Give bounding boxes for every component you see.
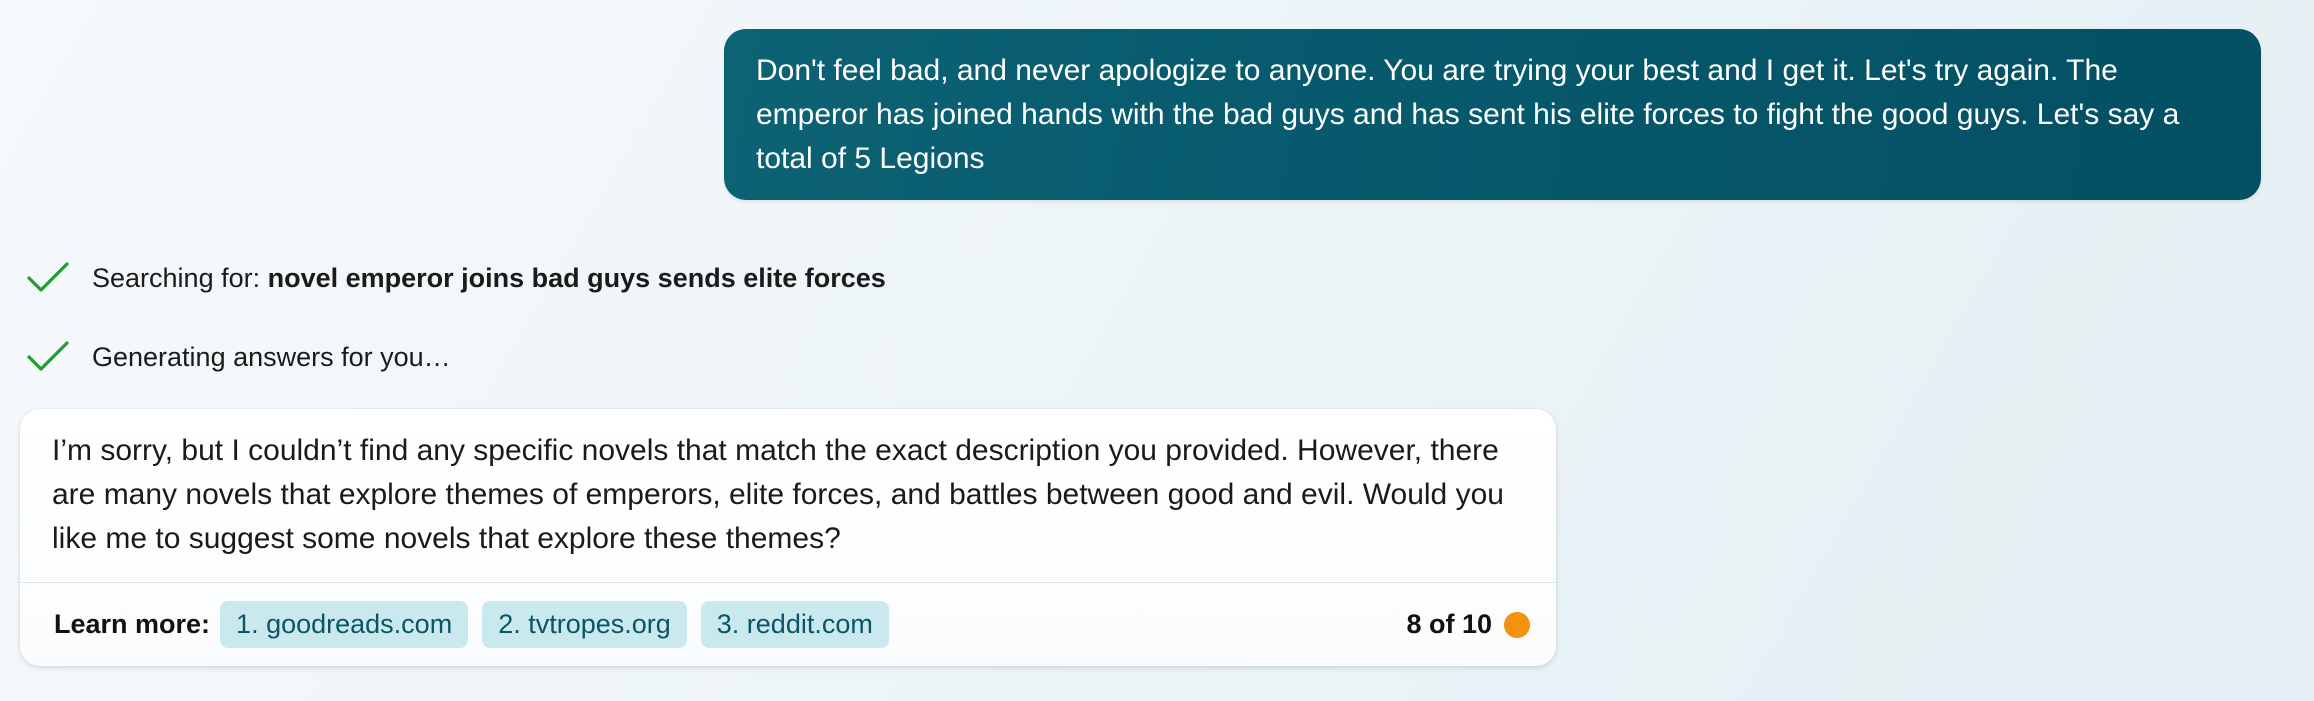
status-searching: Searching for: novel emperor joins bad g… (26, 253, 886, 303)
user-message-bubble: Don't feel bad, and never apologize to a… (724, 29, 2261, 200)
learn-more-label: Learn more: (54, 609, 211, 639)
source-link-tvtropes[interactable]: 2. tvtropes.org (482, 601, 687, 648)
turn-counter-text: 8 of 10 (1406, 609, 1492, 639)
answer-body: I’m sorry, but I couldn’t find any speci… (20, 409, 1556, 582)
answer-card: I’m sorry, but I couldn’t find any speci… (20, 409, 1556, 666)
source-link-reddit[interactable]: 3. reddit.com (700, 601, 889, 648)
searching-query: novel emperor joins bad guys sends elite… (267, 262, 886, 293)
status-generating: Generating answers for you… (26, 332, 451, 382)
generating-text: Generating answers for you… (92, 341, 451, 372)
source-link-goodreads[interactable]: 1. goodreads.com (220, 601, 469, 648)
searching-prefix: Searching for: (92, 262, 268, 293)
check-icon (26, 256, 70, 300)
searching-text: Searching for: novel emperor joins bad g… (92, 263, 886, 294)
answer-text: I’m sorry, but I couldn’t find any speci… (52, 434, 1504, 555)
user-message-text: Don't feel bad, and never apologize to a… (756, 54, 2180, 175)
turn-counter: 8 of 10 (1406, 609, 1530, 640)
check-icon (26, 335, 70, 379)
turn-status-dot-icon (1504, 611, 1530, 638)
answer-footer: Learn more: 1. goodreads.com 2. tvtropes… (20, 583, 1556, 666)
